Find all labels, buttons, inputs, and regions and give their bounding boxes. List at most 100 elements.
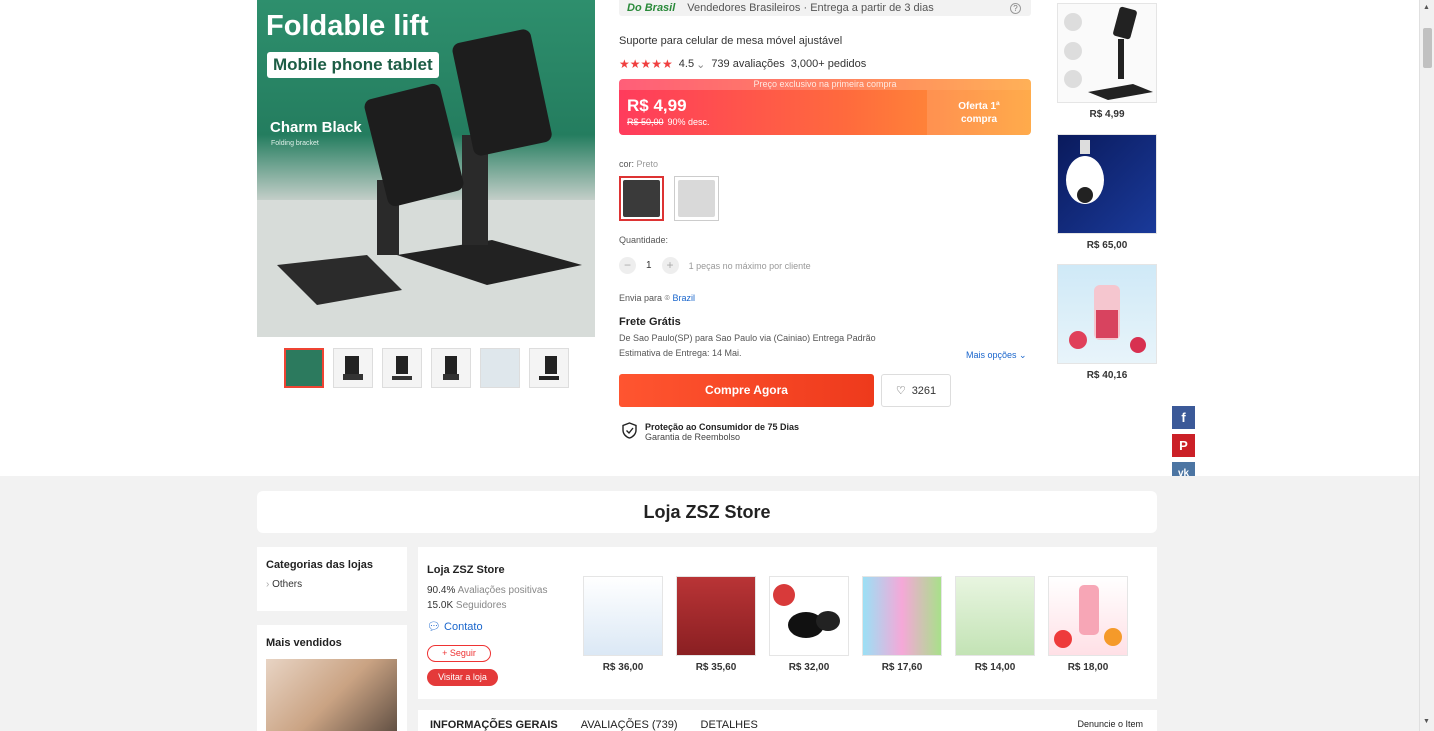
recommended-item[interactable]: R$ 4,99 [1057, 3, 1157, 120]
recommended-image[interactable] [1057, 134, 1157, 234]
old-price: R$ 50,00 [627, 117, 664, 127]
tab-general-info[interactable]: INFORMAÇÕES GERAIS [430, 719, 558, 731]
color-swatch-black[interactable] [619, 176, 664, 221]
store-product-image[interactable] [955, 576, 1035, 656]
scroll-up-icon[interactable]: ▲ [1423, 4, 1430, 11]
store-name[interactable]: Loja ZSZ Store [427, 564, 505, 576]
wishlist-button[interactable]: ♡ 3261 [881, 374, 951, 407]
offer-line-1: Oferta 1ª [958, 101, 1000, 112]
protection-sub: Garantia de Reembolso [645, 432, 741, 442]
category-item[interactable]: › Others [266, 579, 398, 590]
contact-text[interactable]: Contato [444, 621, 483, 633]
store-product-price: R$ 17,60 [881, 662, 923, 673]
tab-reviews[interactable]: AVALIAÇÕES (739) [581, 719, 678, 731]
thumbnail-strip [284, 348, 569, 388]
chevron-right-icon: › [266, 579, 270, 590]
scrollbar[interactable]: ▲ ▼ [1419, 0, 1434, 731]
increase-button[interactable]: + [661, 257, 679, 274]
store-product-image[interactable] [862, 576, 942, 656]
scroll-down-icon[interactable]: ▼ [1423, 718, 1430, 725]
best-sellers-title: Mais vendidos [266, 637, 342, 649]
first-purchase-banner: Preço exclusivo na primeira compra [619, 79, 1031, 90]
store-product-price: R$ 36,00 [602, 662, 644, 673]
followers: 15.0K Seguidores [427, 600, 507, 611]
current-price: R$ 4,99 [627, 96, 687, 115]
follow-button[interactable]: + Seguir [427, 645, 491, 662]
store-product[interactable]: R$ 35,60 [676, 576, 756, 673]
visit-store-button[interactable]: Visitar a loja [427, 669, 498, 686]
recommended-image[interactable] [1057, 264, 1157, 364]
discount-label: 90% desc. [667, 117, 710, 127]
ship-to-label: Envia para [619, 293, 663, 303]
price-box: Preço exclusivo na primeira compra R$ 4,… [619, 79, 1031, 135]
offer-line-2: compra [960, 114, 998, 125]
star-rating-icon: ★★★★★ [619, 57, 673, 71]
quantity-limit-note: 1 peças no máximo por cliente [688, 260, 811, 271]
scrollbar-thumb[interactable] [1423, 28, 1432, 68]
do-brasil-label: Do Brasil [627, 2, 676, 14]
ship-to: Envia para ⌾ Brazil [619, 293, 695, 304]
color-value: Preto [636, 159, 659, 169]
best-sellers: Mais vendidos [257, 625, 407, 731]
store-product-image[interactable] [676, 576, 756, 656]
shipping-route: De Sao Paulo(SP) para Sao Paulo via (Cai… [619, 333, 876, 343]
store-product-image[interactable] [1048, 576, 1128, 656]
thumbnail-3[interactable] [382, 348, 422, 388]
thumbnail-6[interactable] [529, 348, 569, 388]
thumbnail-4[interactable] [431, 348, 471, 388]
rating-caret-icon[interactable]: ⌄ [696, 58, 705, 71]
help-icon[interactable]: ? [1010, 2, 1021, 14]
store-product-image[interactable] [769, 576, 849, 656]
color-label: cor: Preto [619, 159, 658, 169]
color-swatch-white[interactable] [674, 176, 719, 221]
tab-details[interactable]: DETALHES [701, 719, 758, 731]
store-product-price: R$ 14,00 [974, 662, 1016, 673]
facebook-icon[interactable]: f [1172, 406, 1195, 429]
quantity-value[interactable]: 1 [646, 260, 652, 271]
thumbnail-2[interactable] [333, 348, 373, 388]
location-pin-icon: ⌾ [664, 293, 670, 303]
decrease-button[interactable]: − [619, 257, 636, 274]
phone-stand-illustration [257, 29, 595, 337]
report-item-link[interactable]: Denuncie o Item [1077, 719, 1143, 731]
chat-icon: 💬︎ [427, 621, 441, 633]
store-product-image[interactable] [583, 576, 663, 656]
store-product-price: R$ 18,00 [1067, 662, 1109, 673]
protection-title: Proteção ao Consumidor de 75 Dias [645, 422, 800, 432]
positive-label: Avaliações positivas [457, 585, 548, 596]
thumbnail-1[interactable] [284, 348, 324, 388]
positive-feedback: 90.4% Avaliações positivas [427, 585, 547, 596]
ship-country-link[interactable]: Brazil [672, 293, 695, 303]
store-product[interactable]: R$ 36,00 [583, 576, 663, 673]
more-options-link[interactable]: Mais opções ⌄ [966, 350, 1027, 361]
category-item-label[interactable]: Others [272, 579, 302, 590]
seller-origin-banner: Do Brasil Vendedores Brasileiros · Entre… [619, 0, 1031, 16]
product-main-image: Foldable lift Mobile phone tablet Charm … [257, 0, 595, 337]
thumbnail-5[interactable] [480, 348, 520, 388]
pinterest-icon[interactable]: P [1172, 434, 1195, 457]
recommended-item[interactable]: R$ 40,16 [1057, 264, 1157, 381]
store-categories: Categorias das lojas › Others [257, 547, 407, 611]
quantity-label: Quantidade: [619, 235, 669, 245]
recommended-price: R$ 40,16 [1086, 370, 1128, 381]
recommended-item[interactable]: R$ 65,00 [1057, 134, 1157, 251]
recommended-image[interactable] [1057, 3, 1157, 103]
store-product[interactable]: R$ 17,60 [862, 576, 942, 673]
buy-now-button[interactable]: Compre Agora [619, 374, 874, 407]
reviews-link[interactable]: 739 avaliações [711, 58, 784, 70]
store-product[interactable]: R$ 18,00 [1048, 576, 1128, 673]
heart-icon: ♡ [895, 385, 906, 397]
store-product[interactable]: R$ 14,00 [955, 576, 1035, 673]
delivery-estimate: Estimativa de Entrega: 14 Mai. [619, 348, 742, 358]
old-price-row: R$ 50,00 90% desc. [627, 117, 710, 127]
store-product-price: R$ 32,00 [788, 662, 830, 673]
first-purchase-offer: Oferta 1ª compra [927, 90, 1031, 135]
followers-label: Seguidores [455, 600, 507, 611]
store-product[interactable]: R$ 32,00 [769, 576, 849, 673]
more-options-text[interactable]: Mais opções [966, 350, 1017, 360]
store-info-box: Loja ZSZ Store 90.4% Avaliações positiva… [418, 547, 1157, 699]
best-seller-image[interactable] [266, 659, 397, 731]
contact-link[interactable]: 💬︎ Contato [427, 620, 483, 633]
store-product-price: R$ 35,60 [695, 662, 737, 673]
buyer-protection: Proteção ao Consumidor de 75 Dias Garant… [622, 422, 799, 442]
